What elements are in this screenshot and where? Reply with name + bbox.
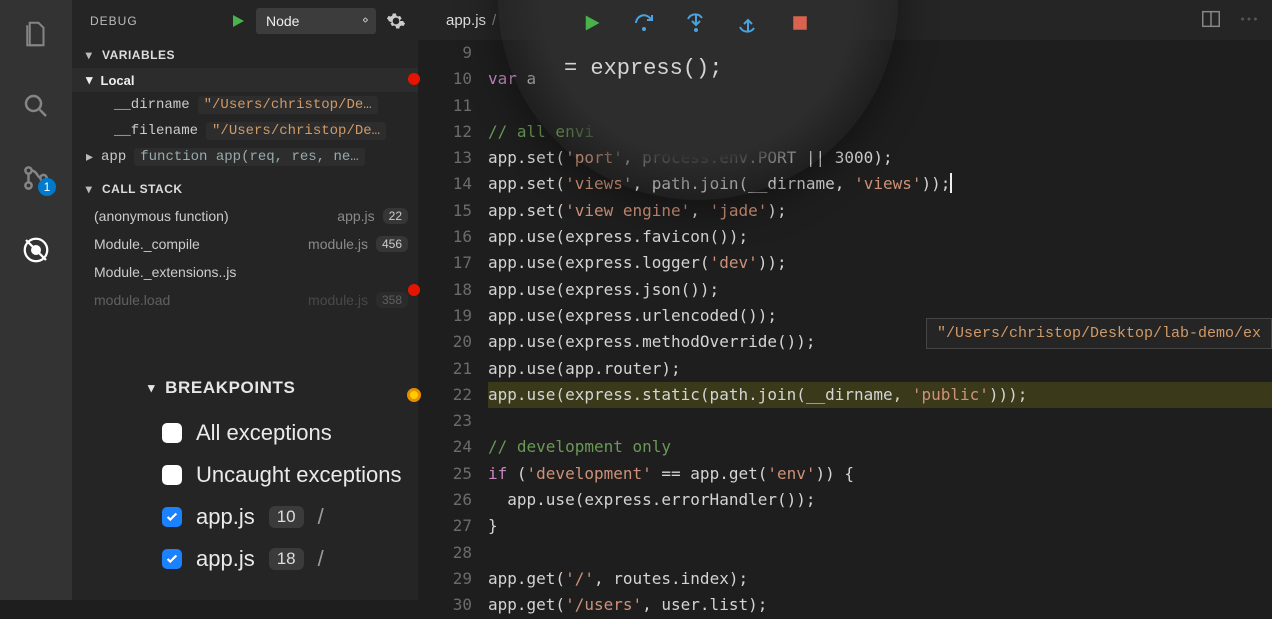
step-out-button[interactable]	[734, 9, 762, 37]
bp-all-exceptions[interactable]: All exceptions	[102, 412, 418, 454]
code-line[interactable]: }	[488, 513, 1272, 539]
magnified-code: = express();	[564, 56, 722, 81]
checkbox-checked-icon[interactable]	[162, 549, 182, 569]
line-number[interactable]: 13	[418, 145, 472, 171]
stack-frame[interactable]: Module._extensions..js	[72, 258, 418, 286]
code-line[interactable]: app.use(express.static(path.join(__dirna…	[488, 382, 1272, 408]
source-control-icon[interactable]: 1	[20, 162, 52, 194]
scope-local[interactable]: ▾ Local	[72, 68, 418, 92]
debug-side-panel: DEBUG Node ▾ VARIABLES ▾ Local __dirname…	[72, 0, 418, 600]
code-line[interactable]: app.set('views', path.join(__dirname, 'v…	[488, 171, 1272, 197]
code-line[interactable]: app.use(app.router);	[488, 356, 1272, 382]
explorer-icon[interactable]	[20, 18, 52, 50]
tab-separator: /	[492, 12, 496, 29]
debug-toolbar	[556, 0, 836, 46]
line-number[interactable]: 26	[418, 487, 472, 513]
variable-row[interactable]: __filename "/Users/christop/De…	[72, 118, 418, 144]
breakpoint-dot-icon[interactable]	[408, 284, 420, 296]
line-number[interactable]: 24	[418, 434, 472, 460]
debug-icon[interactable]	[20, 234, 52, 266]
line-number[interactable]: 14	[418, 171, 472, 197]
line-number[interactable]: 21	[418, 356, 472, 382]
code-line[interactable]: app.get('/', routes.index);	[488, 566, 1272, 592]
current-frame-icon	[407, 388, 421, 402]
line-number[interactable]: 25	[418, 461, 472, 487]
code-line[interactable]: app.use(express.logger('dev'));	[488, 250, 1272, 276]
continue-button[interactable]	[578, 9, 606, 37]
editor-title-actions	[1200, 8, 1260, 30]
activity-bar: 1	[0, 0, 72, 600]
variable-row[interactable]: ▸ app function app(req, res, ne…	[72, 144, 418, 170]
stack-frame[interactable]: Module._compile module.js 456	[72, 230, 418, 258]
callstack-header[interactable]: ▾ CALL STACK	[72, 176, 418, 202]
checkbox-unchecked-icon[interactable]	[162, 423, 182, 443]
breakpoints-header[interactable]: ▾ BREAKPOINTS	[102, 370, 418, 412]
breakpoint-dot-icon[interactable]	[408, 73, 420, 85]
line-number[interactable]: 22	[418, 382, 472, 408]
stack-frame[interactable]: (anonymous function) app.js 22	[72, 202, 418, 230]
line-number[interactable]: 27	[418, 513, 472, 539]
step-over-button[interactable]	[630, 9, 658, 37]
breakpoints-section: ▾ BREAKPOINTS All exceptions Uncaught ex…	[72, 370, 418, 580]
code-line[interactable]: app.use(express.favicon());	[488, 224, 1272, 250]
line-gutter[interactable]: 9101112131415161718192021222324252627282…	[418, 40, 480, 619]
line-number[interactable]: 18	[418, 277, 472, 303]
stack-frame[interactable]: module.load module.js 358	[72, 286, 418, 314]
line-number[interactable]: 20	[418, 329, 472, 355]
variables-header[interactable]: ▾ VARIABLES	[72, 42, 418, 68]
code-line[interactable]	[488, 408, 1272, 434]
debug-title: DEBUG	[90, 14, 138, 28]
variable-row[interactable]: __dirname "/Users/christop/De…	[72, 92, 418, 118]
search-icon[interactable]	[20, 90, 52, 122]
bp-uncaught-exceptions[interactable]: Uncaught exceptions	[102, 454, 418, 496]
code-line[interactable]: // development only	[488, 434, 1272, 460]
line-number[interactable]: 29	[418, 566, 472, 592]
breakpoint-item[interactable]: app.js 18 /	[102, 538, 418, 580]
line-number[interactable]: 10	[418, 66, 472, 92]
more-icon[interactable]	[1238, 8, 1260, 30]
line-number[interactable]: 19	[418, 303, 472, 329]
checkbox-unchecked-icon[interactable]	[162, 465, 182, 485]
code-line[interactable]: app.use(express.json());	[488, 277, 1272, 303]
line-number[interactable]: 11	[418, 93, 472, 119]
line-number[interactable]: 30	[418, 592, 472, 618]
step-into-button[interactable]	[682, 9, 710, 37]
line-number[interactable]: 9	[418, 40, 472, 66]
code-line[interactable]: app.set('view engine', 'jade');	[488, 198, 1272, 224]
line-number[interactable]: 28	[418, 540, 472, 566]
chevron-down-icon: ▾	[84, 48, 94, 62]
debug-header: DEBUG Node	[72, 0, 418, 42]
debug-hover-tooltip: "/Users/christop/Desktop/lab-demo/ex	[926, 318, 1272, 349]
code-line[interactable]	[488, 540, 1272, 566]
line-number[interactable]: 12	[418, 119, 472, 145]
line-number[interactable]: 15	[418, 198, 472, 224]
code-line[interactable]: if ('development' == app.get('env')) {	[488, 461, 1272, 487]
scm-badge: 1	[38, 178, 56, 196]
line-number[interactable]: 23	[418, 408, 472, 434]
chevron-down-icon: ▾	[148, 380, 155, 396]
stop-button[interactable]	[786, 9, 814, 37]
breakpoint-item[interactable]: app.js 10 /	[102, 496, 418, 538]
code-line[interactable]: app.get('/users', user.list);	[488, 592, 1272, 618]
tab-app-js[interactable]: app.js	[446, 12, 486, 29]
split-editor-icon[interactable]	[1200, 8, 1222, 30]
line-number[interactable]: 17	[418, 250, 472, 276]
checkbox-checked-icon[interactable]	[162, 507, 182, 527]
start-debug-button[interactable]	[230, 13, 246, 29]
code-line[interactable]: app.use(express.errorHandler());	[488, 487, 1272, 513]
line-number[interactable]: 16	[418, 224, 472, 250]
gear-icon[interactable]	[386, 11, 406, 31]
debug-config-select[interactable]: Node	[256, 8, 376, 34]
chevron-down-icon: ▾	[84, 182, 94, 196]
